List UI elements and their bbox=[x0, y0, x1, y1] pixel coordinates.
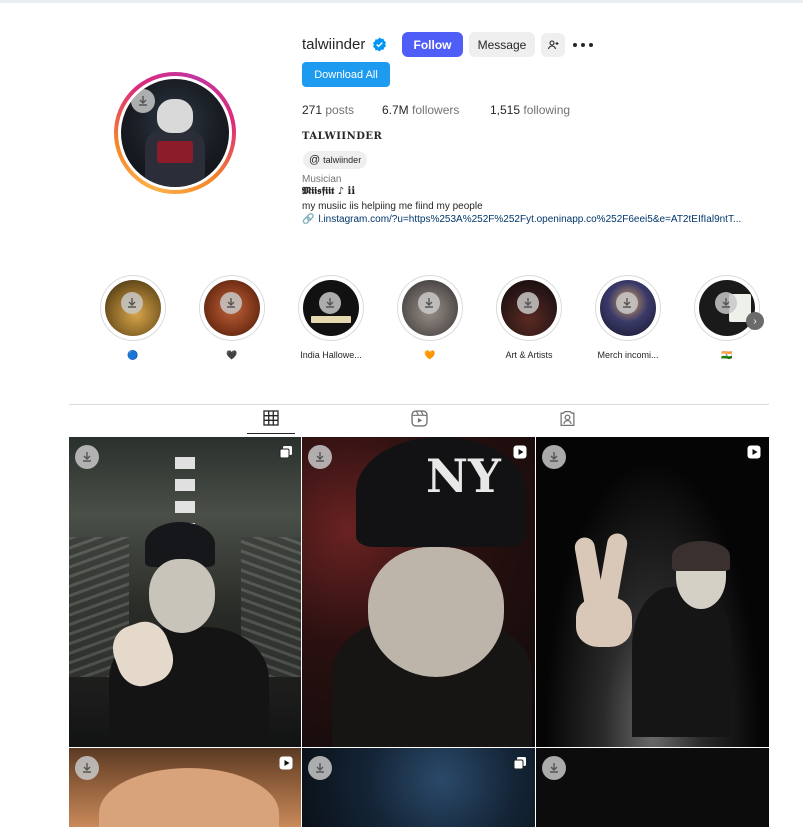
highlight-label: 🧡 bbox=[424, 350, 436, 360]
reels-icon bbox=[410, 409, 428, 427]
following-label: following bbox=[523, 103, 571, 117]
avatar bbox=[121, 79, 229, 187]
highlight-label: 🖤 bbox=[226, 350, 238, 360]
follow-button[interactable]: Follow bbox=[402, 32, 463, 57]
highlight-label: 🔵 bbox=[127, 350, 139, 360]
carousel-icon bbox=[513, 757, 526, 770]
chevron-right-icon[interactable]: › bbox=[746, 312, 764, 330]
download-icon[interactable] bbox=[121, 292, 143, 314]
tab-posts[interactable] bbox=[261, 408, 281, 428]
message-button[interactable]: Message bbox=[469, 32, 535, 57]
download-icon[interactable] bbox=[220, 292, 242, 314]
download-icon[interactable] bbox=[517, 292, 539, 314]
download-icon[interactable] bbox=[542, 445, 566, 469]
tagged-icon bbox=[559, 410, 575, 426]
verified-badge-icon bbox=[373, 37, 386, 52]
active-tab-indicator bbox=[247, 433, 295, 434]
download-icon[interactable] bbox=[308, 756, 332, 780]
highlight-item[interactable]: 🖤 bbox=[199, 275, 265, 361]
reel-icon bbox=[747, 445, 761, 459]
followers-label: followers bbox=[412, 103, 460, 117]
highlight-item[interactable]: 🧡 bbox=[397, 275, 463, 361]
profile-category: Musician bbox=[302, 174, 342, 185]
reel-icon bbox=[279, 756, 293, 770]
following-count: 1,515 bbox=[490, 103, 521, 117]
threads-icon: @ bbox=[309, 154, 321, 166]
bio-line-1: 𝕸𝖎𝖎𝖘𝖋𝖎𝖎𝖙 ♪ ii bbox=[302, 186, 356, 197]
download-icon[interactable] bbox=[75, 756, 99, 780]
threads-handle: talwiinder bbox=[323, 155, 362, 165]
highlight-label: 🇮🇳 bbox=[721, 350, 733, 360]
highlight-item[interactable]: Art & Artists bbox=[496, 275, 562, 360]
highlight-item[interactable]: Merch incomi... bbox=[595, 275, 661, 360]
highlight-item[interactable]: 🔵 bbox=[100, 275, 166, 361]
more-options-icon[interactable] bbox=[573, 37, 593, 53]
download-all-button[interactable]: Download All bbox=[302, 62, 390, 87]
post-thumbnail[interactable]: NY bbox=[302, 437, 535, 747]
highlight-label: Art & Artists bbox=[505, 350, 553, 360]
post-thumbnail[interactable] bbox=[69, 437, 301, 747]
browser-top-edge bbox=[0, 0, 803, 3]
threads-link[interactable]: @ talwiinder bbox=[303, 151, 368, 169]
post-thumbnail[interactable] bbox=[536, 437, 769, 747]
download-icon[interactable] bbox=[131, 89, 155, 113]
post-thumbnail[interactable] bbox=[302, 748, 535, 827]
download-icon[interactable] bbox=[319, 292, 341, 314]
posts-count: 271 bbox=[302, 103, 323, 117]
highlight-item[interactable]: India Hallowe... bbox=[298, 275, 364, 360]
suggest-similar-button[interactable] bbox=[541, 33, 565, 57]
profile-avatar-story-ring[interactable] bbox=[114, 72, 236, 194]
add-user-icon bbox=[547, 40, 559, 50]
bio-link-text: l.instagram.com/?u=https%253A%252F%252Fy… bbox=[318, 214, 742, 225]
post-thumbnail[interactable] bbox=[69, 748, 301, 827]
posts-stat: 271 posts bbox=[302, 103, 354, 117]
post-thumbnail[interactable] bbox=[536, 748, 769, 827]
highlight-label: India Hallowe... bbox=[300, 350, 362, 360]
download-icon[interactable] bbox=[616, 292, 638, 314]
highlight-label: Merch incomi... bbox=[597, 350, 659, 360]
bio-line-2: my musiic iis helpiing me fiind my peopl… bbox=[302, 201, 483, 212]
following-stat[interactable]: 1,515 following bbox=[490, 103, 570, 117]
tab-reels[interactable] bbox=[409, 408, 429, 428]
download-icon[interactable] bbox=[542, 756, 566, 780]
download-icon[interactable] bbox=[308, 445, 332, 469]
reel-icon bbox=[513, 445, 527, 459]
download-icon[interactable] bbox=[75, 445, 99, 469]
link-icon: 🔗 bbox=[302, 214, 315, 225]
grid-icon bbox=[263, 410, 279, 426]
followers-stat[interactable]: 6.7M followers bbox=[382, 103, 459, 117]
username: talwiinder bbox=[302, 36, 366, 53]
download-icon[interactable] bbox=[418, 292, 440, 314]
posts-label: posts bbox=[325, 103, 355, 117]
followers-count: 6.7M bbox=[382, 103, 409, 117]
tab-tagged[interactable] bbox=[557, 408, 577, 428]
full-name: TALWIINDER bbox=[302, 131, 383, 142]
bio-link[interactable]: 🔗 l.instagram.com/?u=https%253A%252F%252F… bbox=[302, 214, 741, 225]
download-icon[interactable] bbox=[715, 292, 737, 314]
tabs-divider bbox=[69, 404, 769, 405]
carousel-icon bbox=[279, 446, 292, 459]
